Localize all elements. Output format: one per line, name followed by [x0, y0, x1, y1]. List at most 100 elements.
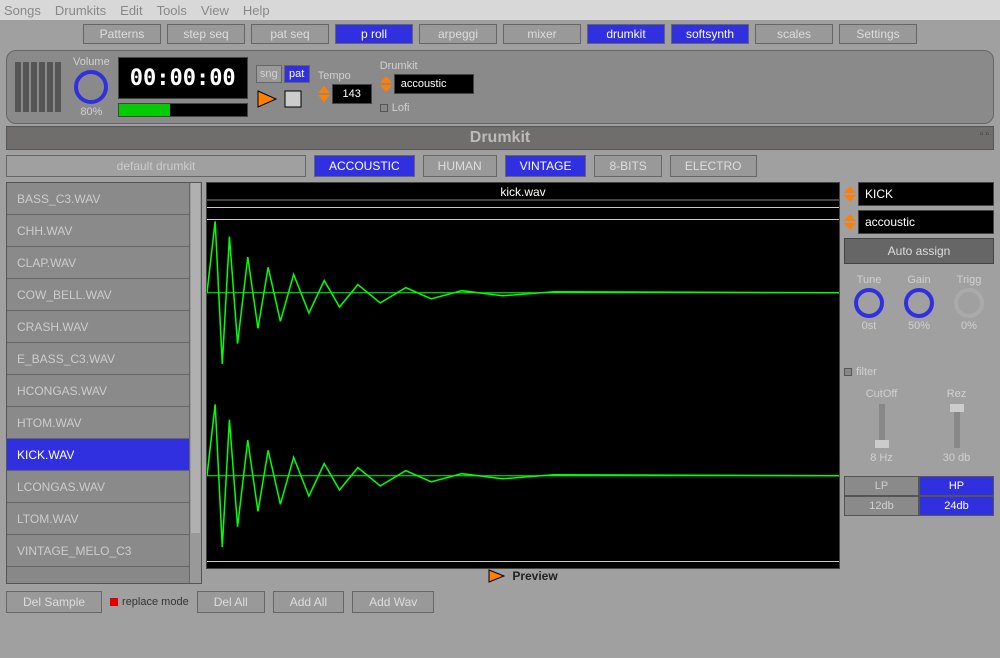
slider-label: CutOff: [852, 388, 912, 400]
auto-assign-button[interactable]: Auto assign: [844, 238, 994, 264]
preview-label: Preview: [512, 569, 557, 583]
kit-select-field[interactable]: accoustic: [858, 210, 994, 234]
knob-trigg: Trigg 0%: [945, 274, 993, 332]
tempo-stepper[interactable]: [318, 86, 330, 102]
volume-knob[interactable]: [74, 70, 108, 104]
kit-select-stepper[interactable]: [844, 214, 856, 230]
assign-field[interactable]: KICK: [858, 182, 994, 206]
filter-checkbox[interactable]: [844, 368, 852, 376]
maximize-icon[interactable]: ▫: [985, 129, 989, 140]
menu-view[interactable]: View: [201, 3, 229, 18]
tab-softsynth[interactable]: softsynth: [671, 24, 749, 44]
minimize-icon[interactable]: ▫: [980, 129, 984, 140]
sample-item[interactable]: HCONGAS.WAV: [7, 375, 201, 407]
play-icon[interactable]: [256, 89, 278, 109]
tab-scales[interactable]: scales: [755, 24, 833, 44]
knob-label: Gain: [895, 274, 943, 286]
knob-label: Trigg: [945, 274, 993, 286]
sample-item[interactable]: COW_BELL.WAV: [7, 279, 201, 311]
toggle-12db[interactable]: 12db: [844, 496, 919, 516]
knob-value: 50%: [895, 320, 943, 332]
kit-style-human[interactable]: HUMAN: [423, 155, 497, 177]
chevron-down-icon[interactable]: [844, 223, 856, 230]
lofi-label: Lofi: [392, 102, 410, 114]
wave-filename: kick.wav: [206, 182, 840, 200]
song-progress[interactable]: [118, 103, 248, 117]
tab-step-seq[interactable]: step seq: [167, 24, 245, 44]
kit-style-electro[interactable]: ELECTRO: [670, 155, 757, 177]
sample-item[interactable]: VINTAGE_MELO_C3: [7, 535, 201, 567]
kit-style-8-bits[interactable]: 8-BITS: [594, 155, 661, 177]
rez-slider[interactable]: [954, 404, 960, 448]
tab-patterns[interactable]: Patterns: [83, 24, 161, 44]
volume-value: 80%: [73, 106, 110, 118]
tab-row: Patterns step seq pat seq p roll arpeggi mixe…: [0, 20, 1000, 48]
slider-rez: Rez30 db: [927, 388, 987, 464]
tab-arpeggi[interactable]: arpeggi: [419, 24, 497, 44]
tempo-label: Tempo: [318, 70, 372, 82]
chevron-up-icon[interactable]: [844, 214, 856, 221]
sample-item[interactable]: BASS_C3.WAV: [7, 183, 201, 215]
kit-style-vintage[interactable]: VINTAGE: [505, 155, 587, 177]
menu-help[interactable]: Help: [243, 3, 270, 18]
menu-songs[interactable]: Songs: [4, 3, 41, 18]
gain-knob[interactable]: [904, 288, 934, 318]
kit-style-accoustic[interactable]: ACCOUSTIC: [314, 155, 415, 177]
toggle-hp[interactable]: HP: [919, 476, 994, 496]
tempo-field[interactable]: 143: [332, 84, 372, 104]
pat-button[interactable]: pat: [284, 65, 310, 83]
chevron-up-icon[interactable]: [844, 186, 856, 193]
tab-drumkit[interactable]: drumkit: [587, 24, 665, 44]
knob-value: 0%: [945, 320, 993, 332]
scrollbar[interactable]: [189, 183, 201, 583]
toggle-24db[interactable]: 24db: [919, 496, 994, 516]
sample-item[interactable]: CHH.WAV: [7, 215, 201, 247]
volume-label: Volume: [73, 56, 110, 68]
chevron-down-icon[interactable]: [380, 85, 392, 92]
replace-mode-toggle[interactable]: replace mode: [110, 596, 189, 608]
tab-pat-seq[interactable]: pat seq: [251, 24, 329, 44]
vu-meter: [15, 62, 61, 112]
add-all-button[interactable]: Add All: [273, 591, 344, 613]
stop-icon[interactable]: [284, 90, 302, 108]
chevron-down-icon[interactable]: [844, 195, 856, 202]
tab-settings[interactable]: Settings: [839, 24, 917, 44]
preview-play-icon[interactable]: [488, 569, 506, 583]
sample-item[interactable]: LCONGAS.WAV: [7, 471, 201, 503]
cutoff-slider[interactable]: [879, 404, 885, 448]
tune-knob[interactable]: [854, 288, 884, 318]
kit-style-row: default drumkit ACCOUSTIC HUMAN VINTAGE 8-B…: [6, 152, 994, 180]
sample-item[interactable]: CRASH.WAV: [7, 311, 201, 343]
trigg-knob[interactable]: [954, 288, 984, 318]
filter-label: filter: [856, 366, 877, 378]
add-wav-button[interactable]: Add Wav: [352, 591, 434, 613]
del-all-button[interactable]: Del All: [197, 591, 265, 613]
chevron-up-icon[interactable]: [318, 86, 330, 93]
tab-mixer[interactable]: mixer: [503, 24, 581, 44]
menu-tools[interactable]: Tools: [157, 3, 187, 18]
menu-drumkits[interactable]: Drumkits: [55, 3, 106, 18]
sample-item[interactable]: CLAP.WAV: [7, 247, 201, 279]
sng-button[interactable]: sng: [256, 65, 282, 83]
assign-stepper[interactable]: [844, 186, 856, 202]
sample-item[interactable]: KICK.WAV: [7, 439, 201, 471]
menubar: Songs Drumkits Edit Tools View Help: [0, 0, 1000, 20]
replace-mode-label: replace mode: [122, 596, 189, 608]
panel-title: Drumkit: [470, 129, 530, 147]
del-sample-button[interactable]: Del Sample: [6, 591, 102, 613]
drumkit-field[interactable]: accoustic: [394, 74, 474, 94]
toggle-lp[interactable]: LP: [844, 476, 919, 496]
tab-p-roll[interactable]: p roll: [335, 24, 413, 44]
kit-name-field[interactable]: default drumkit: [6, 155, 306, 177]
sample-item[interactable]: LTOM.WAV: [7, 503, 201, 535]
sample-item[interactable]: E_BASS_C3.WAV: [7, 343, 201, 375]
waveform-canvas[interactable]: [206, 200, 840, 569]
menu-edit[interactable]: Edit: [120, 3, 142, 18]
scroll-thumb[interactable]: [191, 183, 200, 533]
knob-gain: Gain 50%: [895, 274, 943, 332]
drumkit-stepper[interactable]: [380, 76, 392, 92]
chevron-up-icon[interactable]: [380, 76, 392, 83]
sample-item[interactable]: HTOM.WAV: [7, 407, 201, 439]
lofi-checkbox[interactable]: [380, 104, 388, 112]
chevron-down-icon[interactable]: [318, 95, 330, 102]
